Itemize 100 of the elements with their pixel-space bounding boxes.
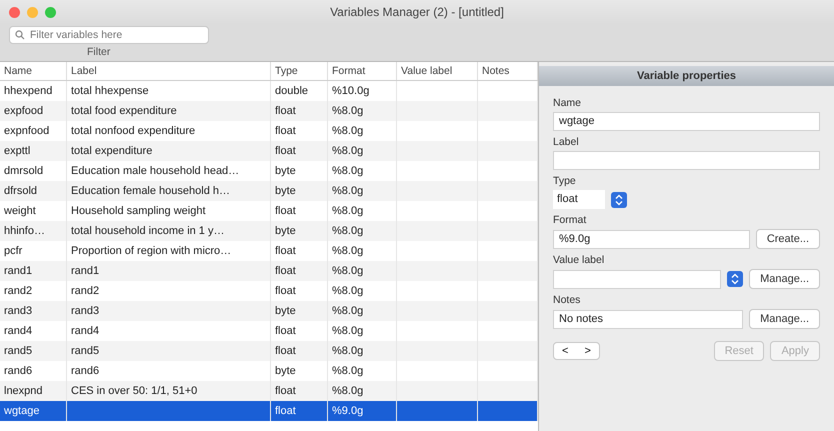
table-cell: byte: [275, 365, 296, 377]
table-cell: %8.0g: [332, 365, 364, 377]
table-cell: total expenditure: [71, 145, 152, 157]
field-label: Format: [553, 214, 586, 226]
table-cell: %8.0g: [332, 185, 364, 197]
table-cell: %8.0g: [332, 345, 364, 357]
name-field[interactable]: wgtage: [553, 112, 820, 131]
dropdown-arrows-icon: [611, 192, 627, 208]
table-row[interactable]: hhinfo… total household income in 1 y… byte %8.0g: [0, 221, 538, 241]
table-cell: %8.0g: [332, 325, 364, 337]
table-cell: %8.0g: [332, 165, 364, 177]
dropdown-arrows-icon: [727, 271, 744, 287]
table-row[interactable]: rand3 rand3 byte %8.0g: [0, 301, 538, 321]
table-cell: wgtage: [4, 405, 40, 417]
table-cell: float: [275, 125, 296, 137]
table-cell: byte: [275, 225, 296, 237]
table-cell: rand2: [4, 285, 32, 297]
table-cell: lnexpnd: [4, 385, 43, 397]
field-label: Value label: [553, 254, 604, 266]
table-cell: rand4: [71, 325, 100, 337]
table-cell: expfood: [4, 105, 44, 117]
table-row[interactable]: rand5 rand5 float %8.0g: [0, 341, 538, 361]
table-cell: Education male household head…: [71, 165, 240, 177]
next-button[interactable]: >: [576, 343, 599, 359]
table-cell: %8.0g: [332, 385, 364, 397]
table-row[interactable]: rand1 rand1 float %8.0g: [0, 261, 538, 281]
type-dropdown[interactable]: float: [553, 190, 605, 209]
table-cell: total nonfood expenditure: [71, 125, 196, 137]
minimize-button[interactable]: [27, 6, 38, 18]
previous-button[interactable]: <: [554, 343, 576, 359]
table-cell: rand2: [71, 285, 100, 297]
table-cell: rand5: [4, 345, 32, 357]
table-row[interactable]: lnexpnd CES in over 50: 1/1, 51+0 float %8.0g: [0, 381, 538, 401]
table-cell: rand3: [71, 305, 100, 317]
table-cell: float: [275, 105, 296, 117]
format-field[interactable]: %9.0g: [553, 230, 750, 248]
table-cell: weight: [4, 205, 36, 217]
field-label: Notes: [553, 294, 580, 306]
filter-field[interactable]: Filter variables here: [9, 26, 209, 44]
window-title: Variables Manager (2) - [untitled]: [330, 5, 504, 19]
field-label: Name: [553, 97, 582, 109]
table-cell: rand3: [4, 305, 32, 317]
table-cell: pcfr: [4, 245, 22, 257]
table-cell: float: [275, 325, 296, 337]
table-row[interactable]: expfood total food expenditure float %8.0g: [0, 101, 538, 121]
table-cell: rand6: [4, 365, 32, 377]
table-cell: rand6: [71, 365, 100, 377]
table-cell: total household income in 1 y…: [71, 225, 224, 237]
table-cell: %8.0g: [332, 125, 364, 137]
table-cell: rand5: [71, 345, 100, 357]
column-header[interactable]: Type: [270, 62, 328, 80]
table-cell: float: [275, 205, 296, 217]
table-cell: dfrsold: [4, 185, 38, 197]
table-row[interactable]: dfrsold Education female household h… byte %8.0g: [0, 181, 538, 201]
filter-caption: Filter: [87, 46, 110, 58]
column-header[interactable]: Label: [66, 62, 270, 80]
close-button[interactable]: [9, 6, 20, 18]
table-cell: CES in over 50: 1/1, 51+0: [71, 385, 198, 397]
table-cell: float: [275, 145, 296, 157]
field-label: Type: [553, 175, 576, 187]
zoom-button[interactable]: [45, 6, 56, 18]
table-cell: byte: [275, 165, 296, 177]
table-cell: %8.0g: [332, 145, 364, 157]
column-header[interactable]: Notes: [478, 62, 538, 80]
table-cell: Household sampling weight: [71, 205, 206, 217]
table-cell: byte: [275, 185, 296, 197]
table-cell: %9.0g: [332, 405, 364, 417]
create-button[interactable]: Create...: [756, 229, 820, 249]
table-cell: rand1: [71, 265, 100, 277]
manage-button[interactable]: Manage...: [749, 309, 820, 329]
table-cell: hhinfo…: [4, 225, 45, 237]
table-cell: dmrsold: [4, 165, 44, 177]
table-cell: %10.0g: [332, 85, 370, 97]
table-cell: float: [275, 405, 296, 417]
table-cell: rand4: [4, 325, 32, 337]
table-cell: total hhexpense: [71, 85, 149, 97]
table-cell: %8.0g: [332, 245, 364, 257]
table-cell: %8.0g: [332, 305, 364, 317]
table-cell: %8.0g: [332, 205, 364, 217]
table-cell: %8.0g: [332, 285, 364, 297]
table-cell: float: [275, 245, 296, 257]
table-cell: expnfood: [4, 125, 50, 137]
table-cell: byte: [275, 305, 296, 317]
column-header[interactable]: Name: [0, 62, 66, 80]
table-cell: total food expenditure: [71, 105, 177, 117]
table-cell: float: [275, 265, 296, 277]
column-header[interactable]: Format: [328, 62, 396, 80]
table-cell: expttl: [4, 145, 30, 157]
table-row[interactable]: expttl total expenditure float %8.0g: [0, 141, 538, 161]
table-cell: %8.0g: [332, 105, 364, 117]
notes-field[interactable]: No notes: [553, 310, 744, 328]
label-field[interactable]: [553, 151, 820, 170]
table-cell: double: [275, 85, 308, 97]
value-label-dropdown[interactable]: [553, 270, 722, 288]
manage-button[interactable]: Manage...: [749, 269, 820, 289]
column-header[interactable]: Value label: [396, 62, 478, 80]
table-cell: Education female household h…: [71, 185, 230, 197]
table-row[interactable]: wgtage float %9.0g: [0, 401, 538, 421]
table-cell: hhexpend: [4, 85, 52, 97]
table-cell: %8.0g: [332, 225, 364, 237]
